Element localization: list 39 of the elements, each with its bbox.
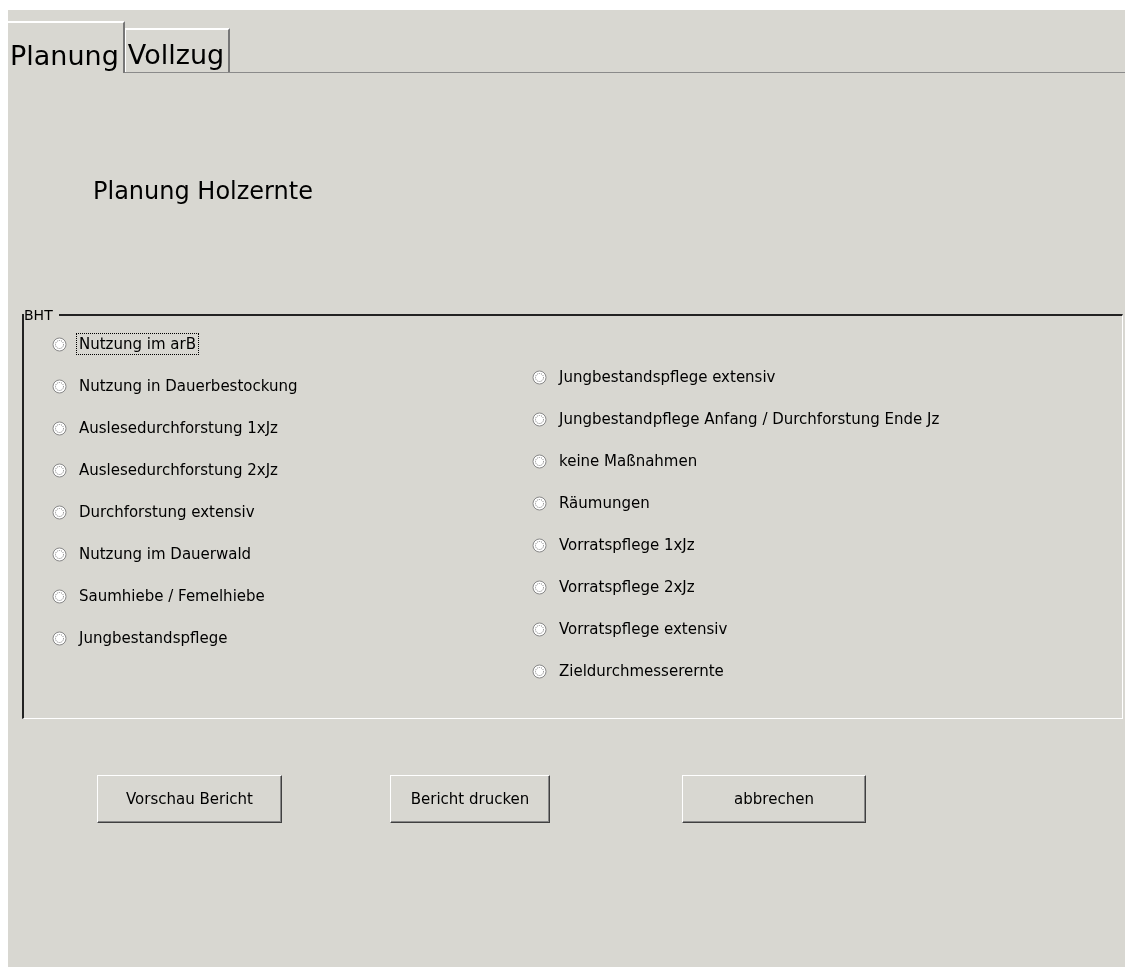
radio-label[interactable]: Auslesedurchforstung 1xJz — [76, 417, 281, 439]
dialog-button[interactable]: Bericht drucken — [390, 775, 550, 823]
tab[interactable]: Planung — [8, 21, 125, 73]
radio-label[interactable]: Nutzung im arB — [76, 333, 199, 355]
radio-label[interactable]: Zieldurchmesserernte — [556, 660, 727, 682]
radio-label[interactable]: Räumungen — [556, 492, 653, 514]
radio-label[interactable]: Vorratspflege extensiv — [556, 618, 731, 640]
radio-label[interactable]: Vorratspflege 2xJz — [556, 576, 698, 598]
radio-button[interactable] — [52, 588, 67, 604]
radio-button[interactable] — [532, 369, 547, 385]
radio-button[interactable] — [52, 546, 67, 562]
radio-button[interactable] — [52, 420, 67, 436]
tab[interactable]: Vollzug — [124, 28, 231, 72]
dialog-button[interactable]: Vorschau Bericht — [97, 775, 282, 823]
radio-button[interactable] — [52, 336, 67, 352]
radio-label[interactable]: keine Maßnahmen — [556, 450, 701, 472]
radio-label[interactable]: Durchforstung extensiv — [76, 501, 258, 523]
radio-button[interactable] — [52, 462, 67, 478]
radio-button[interactable] — [532, 621, 547, 637]
radio-label[interactable]: Saumhiebe / Femelhiebe — [76, 585, 268, 607]
radio-button[interactable] — [532, 453, 547, 469]
radio-button[interactable] — [532, 579, 547, 595]
radio-label[interactable]: Nutzung im Dauerwald — [76, 543, 255, 565]
radio-button[interactable] — [532, 495, 547, 511]
radio-label[interactable]: Jungbestandspflege extensiv — [556, 366, 779, 388]
radio-button[interactable] — [52, 630, 67, 646]
radio-button[interactable] — [52, 504, 67, 520]
dialog-button[interactable]: abbrechen — [682, 775, 866, 823]
radio-button[interactable] — [52, 378, 67, 394]
group-title: BHT — [24, 307, 54, 323]
radio-label[interactable]: Nutzung in Dauerbestockung — [76, 375, 301, 397]
radio-button[interactable] — [532, 411, 547, 427]
radio-label[interactable]: Auslesedurchforstung 2xJz — [76, 459, 281, 481]
radio-button[interactable] — [532, 537, 547, 553]
radio-label[interactable]: Jungbestandpflege Anfang / Durchforstung Ende Jz — [556, 408, 943, 430]
heading: Planung Holzernte — [93, 177, 314, 207]
radio-label[interactable]: Vorratspflege 1xJz — [556, 534, 698, 556]
radio-label[interactable]: Jungbestandspflege — [76, 627, 231, 649]
radio-button[interactable] — [532, 663, 547, 679]
